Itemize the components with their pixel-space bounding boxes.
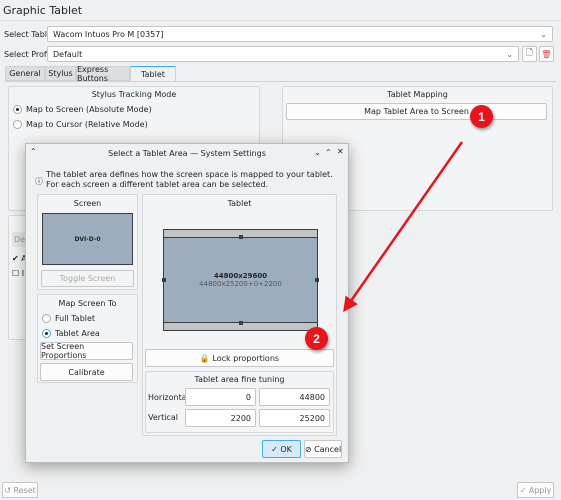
annotation-marker-1: 1 — [470, 105, 493, 128]
annotation-marker-2: 2 — [305, 327, 328, 350]
annotation-arrow — [343, 141, 464, 313]
